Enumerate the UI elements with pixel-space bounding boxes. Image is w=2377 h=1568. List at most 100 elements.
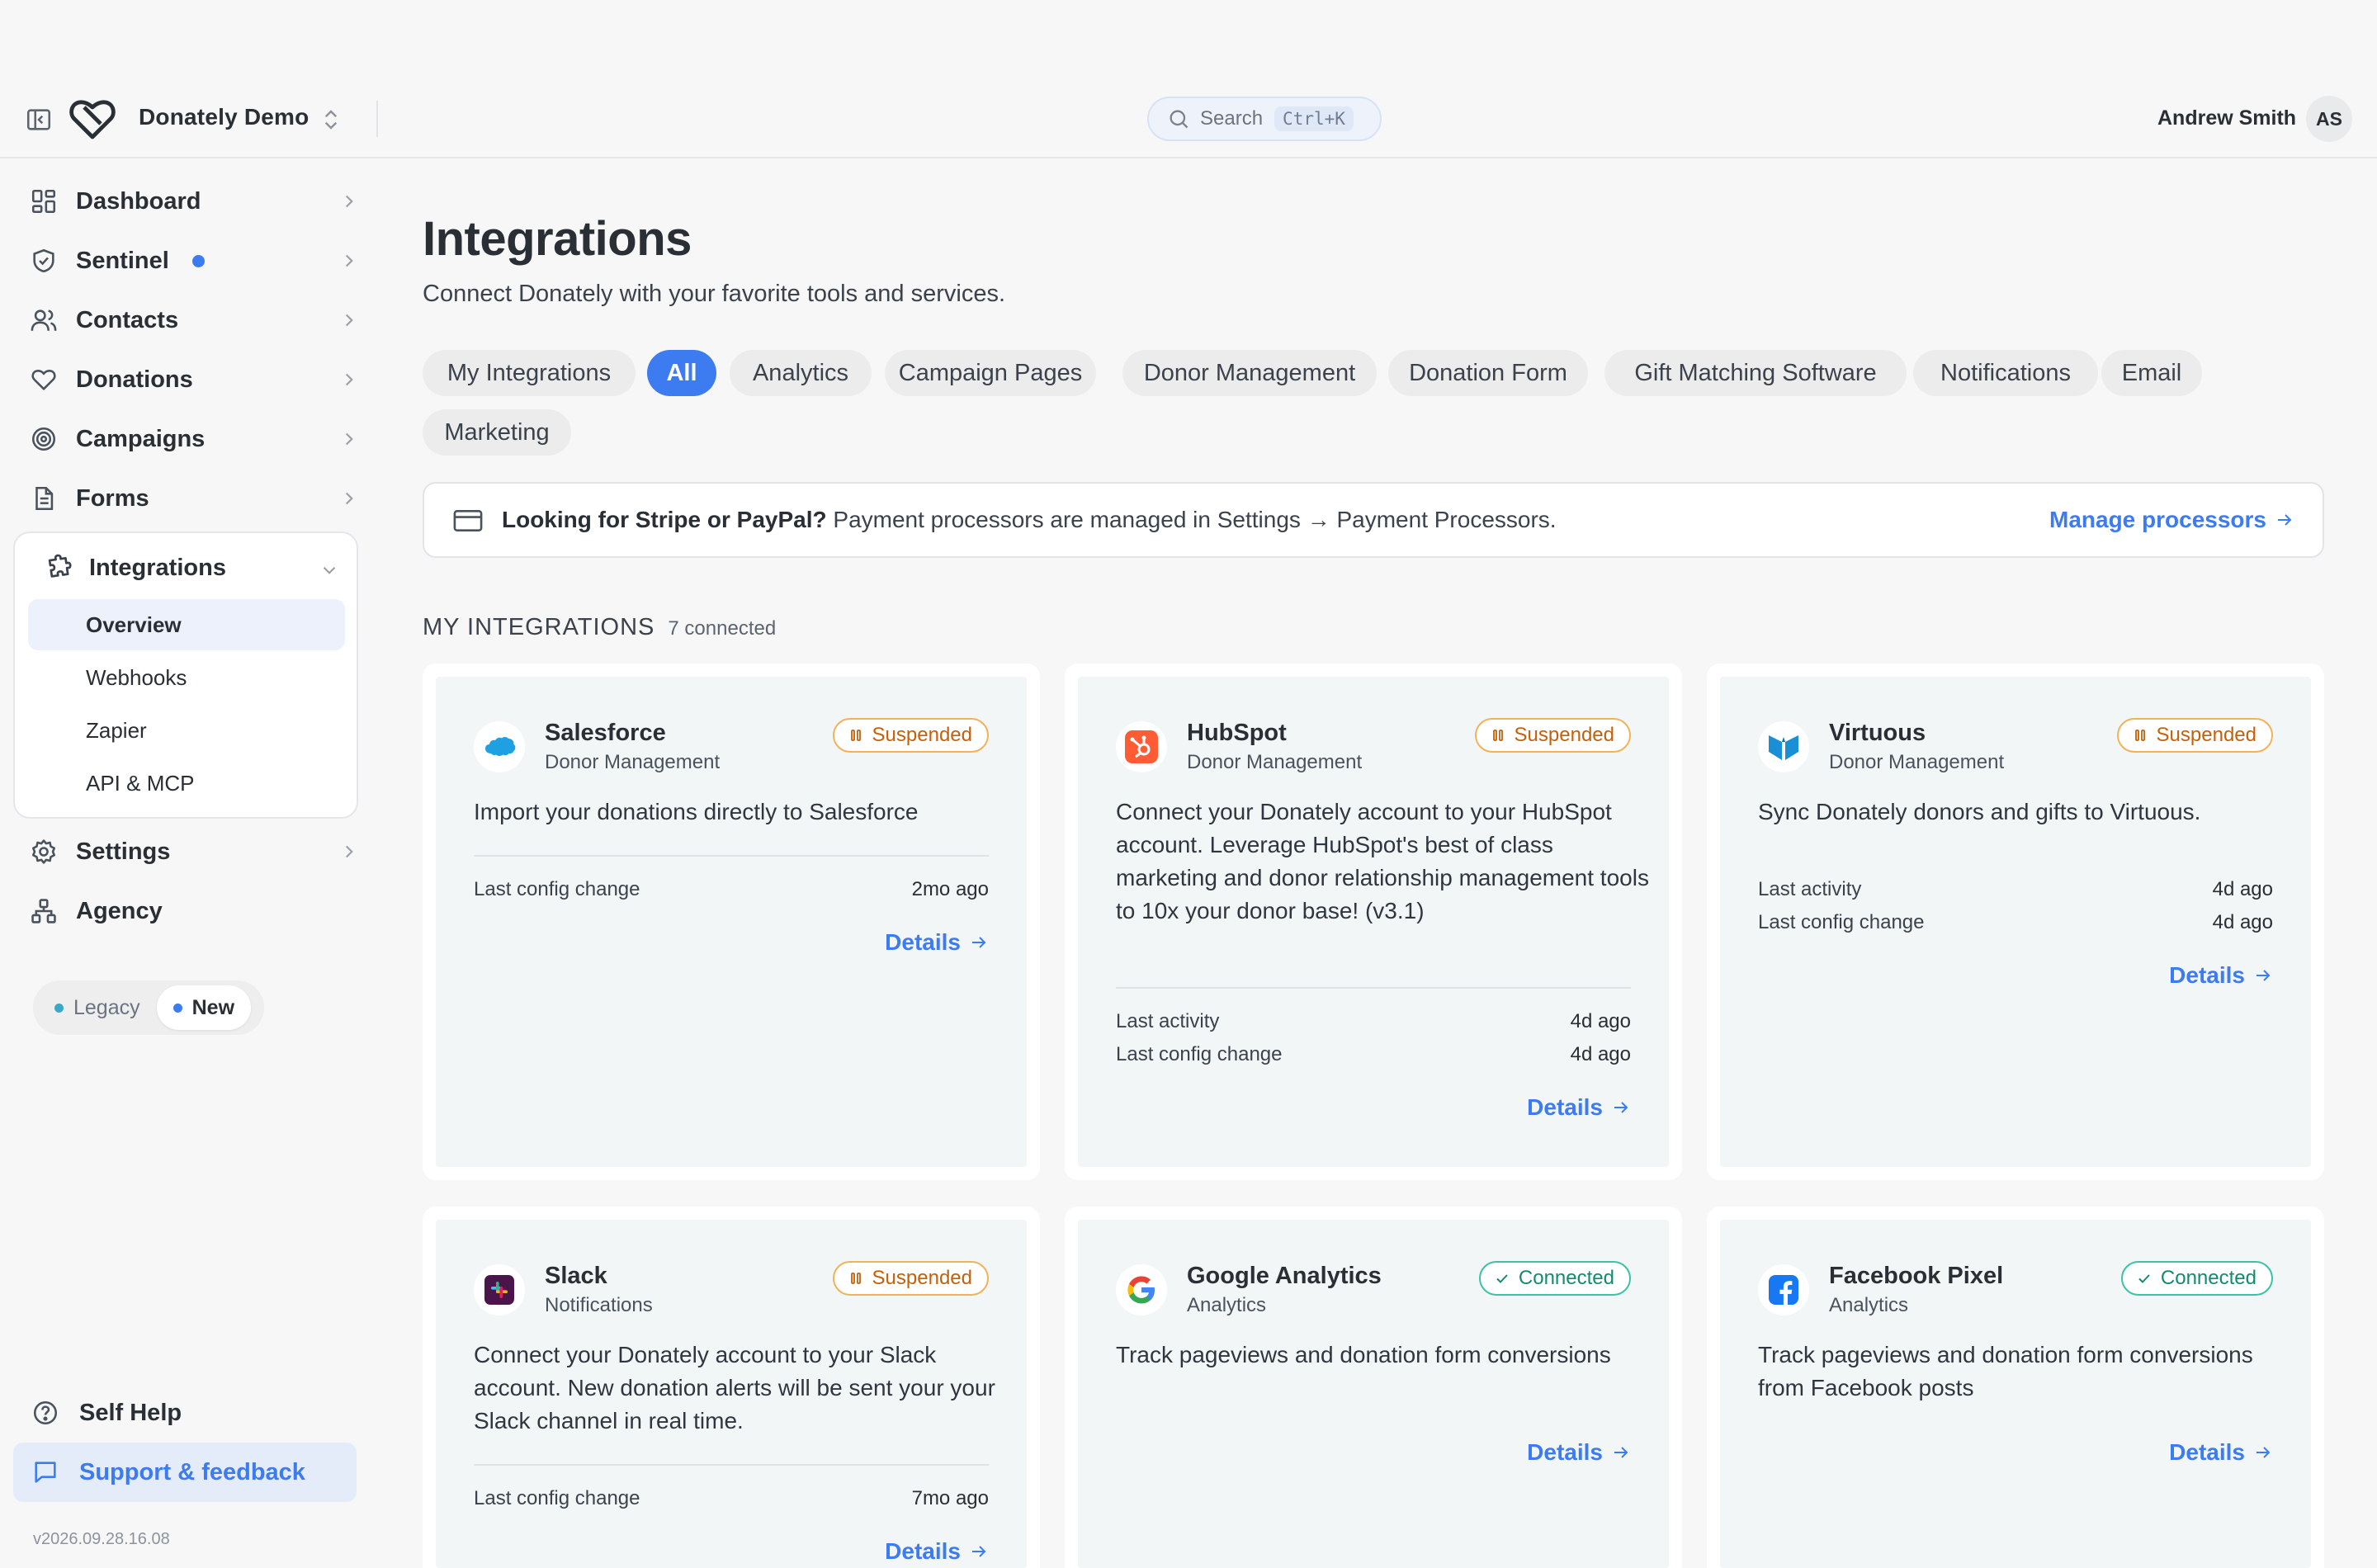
sidebar-item-sentinel[interactable]: Sentinel xyxy=(30,238,360,284)
card-description: Track pageviews and donation form conver… xyxy=(1758,1342,2253,1400)
sidebar-subitem-overview[interactable]: Overview xyxy=(28,599,345,650)
details-link[interactable]: Details xyxy=(885,929,989,956)
integration-card-facebook-pixel[interactable]: Facebook Pixel Analytics Connected Track… xyxy=(1707,1207,2324,1568)
section-header: MY INTEGRATIONS 7 connected xyxy=(423,614,776,641)
filter-my-integrations[interactable]: My Integrations xyxy=(423,350,636,396)
sidebar-item-forms[interactable]: Forms xyxy=(30,475,360,522)
avatar[interactable]: AS xyxy=(2306,96,2352,142)
stat-value: 4d ago xyxy=(1570,1010,1631,1032)
salesforce-logo-icon xyxy=(474,721,525,772)
filter-donation-form[interactable]: Donation Form xyxy=(1388,350,1588,396)
toggle-new[interactable]: New xyxy=(156,985,252,1030)
details-link[interactable]: Details xyxy=(1527,1439,1631,1466)
stat-label: Last config change xyxy=(1758,911,1925,933)
status-badge: Suspended xyxy=(832,718,989,753)
notice-body: Payment processors are managed in Settin… xyxy=(826,507,1557,532)
pause-icon xyxy=(1490,727,1506,744)
card-description: Track pageviews and donation form conver… xyxy=(1116,1342,1611,1367)
card-category: Donor Management xyxy=(1829,751,2005,773)
sidebar-item-label: Settings xyxy=(76,838,171,865)
integration-card-virtuous[interactable]: Virtuous Donor Management Suspended Sync… xyxy=(1707,664,2324,1180)
card-stat-row: Last activity 4d ago xyxy=(1758,873,2273,906)
sidebar-item-contacts[interactable]: Contacts xyxy=(30,297,360,343)
chevron-right-icon xyxy=(338,428,360,450)
filter-gift-matching-software[interactable]: Gift Matching Software xyxy=(1604,350,1907,396)
filter-notifications[interactable]: Notifications xyxy=(1913,350,2098,396)
sidebar-item-label: Donations xyxy=(76,366,193,393)
status-label: Connected xyxy=(2160,1267,2256,1289)
google-logo-icon xyxy=(1116,1264,1167,1315)
sidebar-item-integrations[interactable]: Integrations xyxy=(45,553,226,583)
stat-label: Last activity xyxy=(1116,1010,1220,1032)
filter-donor-management[interactable]: Donor Management xyxy=(1122,350,1377,396)
sidebar-subitem-api-mcp[interactable]: API & MCP xyxy=(28,758,345,809)
sidebar-item-donations[interactable]: Donations xyxy=(30,357,360,403)
status-badge: Connected xyxy=(1478,1261,1631,1296)
search-button[interactable]: Search Ctrl+K xyxy=(1147,97,1382,141)
page-subtitle: Connect Donately with your favorite tool… xyxy=(423,281,1006,307)
sidebar-subitem-webhooks[interactable]: Webhooks xyxy=(28,652,345,703)
details-link[interactable]: Details xyxy=(1527,1094,1631,1121)
chevron-right-icon xyxy=(338,250,360,272)
sidebar-item-label: Dashboard xyxy=(76,187,201,215)
org-switcher-icon[interactable] xyxy=(319,106,343,134)
card-title: Slack xyxy=(545,1263,607,1289)
card-title: Salesforce xyxy=(545,720,666,746)
status-badge: Suspended xyxy=(832,1261,989,1296)
card-category: Donor Management xyxy=(1187,751,1363,773)
details-link[interactable]: Details xyxy=(885,1538,989,1565)
sidebar-item-agency[interactable]: Agency xyxy=(30,888,360,934)
filter-marketing[interactable]: Marketing xyxy=(423,409,571,456)
sidebar-item-campaigns[interactable]: Campaigns xyxy=(30,416,360,462)
ui-version-toggle: Legacy New xyxy=(33,980,264,1035)
sidebar-item-settings[interactable]: Settings xyxy=(30,829,360,875)
integration-card-slack[interactable]: Slack Notifications Suspended Connect yo… xyxy=(423,1207,1040,1568)
arrow-right-icon xyxy=(1611,1443,1631,1462)
toggle-legacy[interactable]: Legacy xyxy=(38,985,157,1030)
sidebar-item-dashboard[interactable]: Dashboard xyxy=(30,178,360,224)
filter-campaign-pages[interactable]: Campaign Pages xyxy=(885,350,1096,396)
check-icon xyxy=(2136,1270,2153,1287)
integration-card-google-analytics[interactable]: Google Analytics Analytics Connected Tra… xyxy=(1065,1207,1682,1568)
integration-card-salesforce[interactable]: Salesforce Donor Management Suspended Im… xyxy=(423,664,1040,1180)
sidebar-toggle-icon[interactable] xyxy=(25,106,53,134)
card-stat-row: Last config change 4d ago xyxy=(1758,906,2273,939)
search-shortcut: Ctrl+K xyxy=(1274,106,1354,131)
details-label: Details xyxy=(2169,1439,2245,1465)
card-stat-row: Last config change 2mo ago xyxy=(474,873,989,906)
arrow-right-icon xyxy=(1611,1098,1631,1117)
arrow-right-icon xyxy=(2275,510,2294,530)
chevron-right-icon xyxy=(338,369,360,390)
details-link[interactable]: Details xyxy=(2169,962,2273,989)
stat-label: Last config change xyxy=(474,878,640,900)
stat-value: 7mo ago xyxy=(911,1487,989,1509)
slack-logo-icon xyxy=(474,1264,525,1315)
toggle-legacy-label: Legacy xyxy=(73,995,140,1019)
page-title: Integrations xyxy=(423,212,692,266)
manage-processors-link[interactable]: Manage processors xyxy=(2049,507,2294,533)
chevron-right-icon xyxy=(338,309,360,331)
sidebar-item-label: Campaigns xyxy=(76,425,206,452)
search-icon xyxy=(1167,107,1190,130)
org-name[interactable]: Donately Demo xyxy=(139,104,309,130)
card-body: Google Analytics Analytics Connected Tra… xyxy=(1078,1220,1669,1568)
sidebar-item-label: Forms xyxy=(76,484,149,512)
user-name[interactable]: Andrew Smith xyxy=(2157,106,2296,130)
filter-email[interactable]: Email xyxy=(2101,350,2202,396)
check-icon xyxy=(1494,1270,1510,1287)
card-body: Salesforce Donor Management Suspended Im… xyxy=(436,677,1027,1167)
sidebar-item-label: Integrations xyxy=(89,554,226,581)
details-link[interactable]: Details xyxy=(2169,1439,2273,1466)
status-badge: Connected xyxy=(2120,1261,2273,1296)
target-icon xyxy=(30,425,58,453)
filter-analytics[interactable]: Analytics xyxy=(730,350,872,396)
support-feedback-button[interactable]: Support & feedback xyxy=(13,1443,357,1502)
gear-icon xyxy=(30,838,58,866)
chevron-down-icon[interactable] xyxy=(319,560,340,581)
manage-processors-label: Manage processors xyxy=(2049,507,2266,532)
filter-all[interactable]: All xyxy=(647,350,716,396)
integration-card-hubspot[interactable]: HubSpot Donor Management Suspended Conne… xyxy=(1065,664,1682,1180)
donately-logo-icon[interactable] xyxy=(69,97,116,140)
sidebar-subitem-zapier[interactable]: Zapier xyxy=(28,705,345,756)
self-help-button[interactable]: Self Help xyxy=(13,1383,357,1443)
